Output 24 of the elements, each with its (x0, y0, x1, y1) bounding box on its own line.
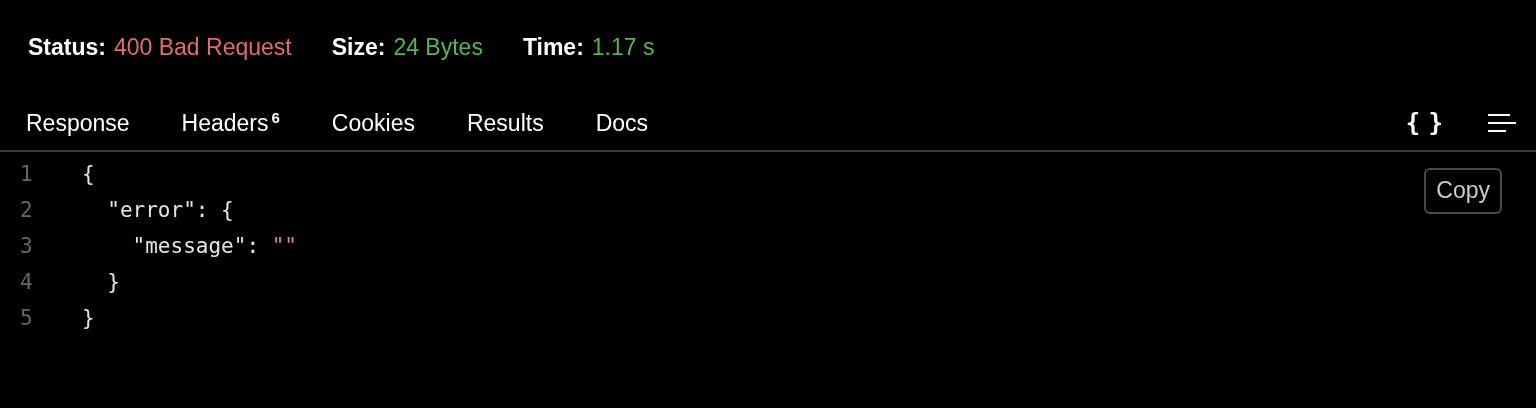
copy-button[interactable]: Copy (1424, 168, 1502, 214)
status-label: Time: (522, 33, 584, 62)
code-line: "error": { (106, 197, 234, 224)
status-value: 24 Bytes (393, 33, 483, 62)
menu-icon[interactable] (1488, 114, 1516, 132)
code-line: { (82, 161, 95, 188)
status-label: Size: (331, 33, 386, 62)
format-toggle[interactable]: { } (1405, 105, 1440, 141)
tab[interactable]: Results (466, 111, 544, 135)
tab[interactable]: Headers$^{6}$ (181, 111, 280, 135)
line-number: 1 (19, 161, 34, 188)
line-number: 4 (19, 269, 34, 296)
code-line: } (82, 305, 95, 332)
line-number: 3 (19, 233, 34, 260)
status-value: 1.17 s (591, 33, 655, 62)
status-value: 400 Bad Request (113, 33, 292, 62)
code-line: "message": "" (131, 233, 297, 260)
line-number: 2 (19, 197, 34, 224)
line-number: 5 (19, 305, 34, 332)
tab[interactable]: Docs (595, 111, 649, 135)
status-label: Status: (28, 33, 106, 62)
code-line: } (106, 269, 120, 296)
tab[interactable]: Cookies (331, 111, 415, 135)
tab[interactable]: Response (26, 111, 130, 135)
